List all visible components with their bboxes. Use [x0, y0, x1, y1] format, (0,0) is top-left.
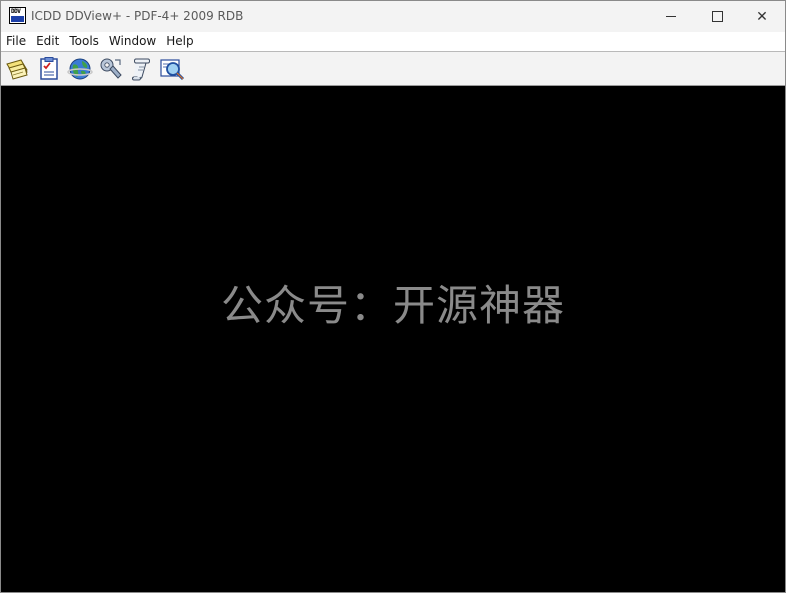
globe-icon: [67, 58, 93, 80]
menu-edit[interactable]: Edit: [31, 32, 64, 51]
maximize-button[interactable]: [694, 1, 740, 32]
menu-tools[interactable]: Tools: [64, 32, 104, 51]
scroll-button[interactable]: [128, 56, 154, 82]
title-bar[interactable]: DDV ICDD DDView+ - PDF-4+ 2009 RDB ✕: [1, 1, 785, 32]
checklist-icon: [40, 57, 58, 80]
main-content-area[interactable]: 公众号：开源神器: [1, 86, 785, 592]
menu-bar: File Edit Tools Window Help: [1, 32, 785, 52]
app-window: DDV ICDD DDView+ - PDF-4+ 2009 RDB ✕ Fil…: [0, 0, 786, 593]
minimize-icon: [666, 16, 676, 17]
wrench-button[interactable]: [98, 56, 124, 82]
app-icon-graphic: [11, 16, 24, 22]
toolbar: [1, 52, 785, 86]
close-icon: ✕: [756, 8, 768, 25]
close-button[interactable]: ✕: [739, 1, 785, 32]
maximize-icon: [711, 11, 723, 22]
notes-icon: [6, 59, 28, 80]
globe-button[interactable]: [67, 56, 93, 82]
minimize-button[interactable]: [648, 1, 694, 32]
search-icon: [160, 59, 185, 81]
wrench-icon: [100, 58, 122, 79]
scroll-icon: [132, 58, 150, 81]
menu-help[interactable]: Help: [161, 32, 198, 51]
menu-file[interactable]: File: [1, 32, 31, 51]
watermark-text: 公众号：开源神器: [220, 281, 565, 330]
app-icon[interactable]: DDV: [9, 7, 26, 24]
notes-button[interactable]: [4, 56, 30, 82]
window-title: ICDD DDView+ - PDF-4+ 2009 RDB: [31, 9, 244, 23]
menu-window[interactable]: Window: [104, 32, 161, 51]
checklist-button[interactable]: [36, 56, 62, 82]
search-button[interactable]: [159, 56, 185, 82]
app-icon-text: DDV: [11, 8, 21, 15]
